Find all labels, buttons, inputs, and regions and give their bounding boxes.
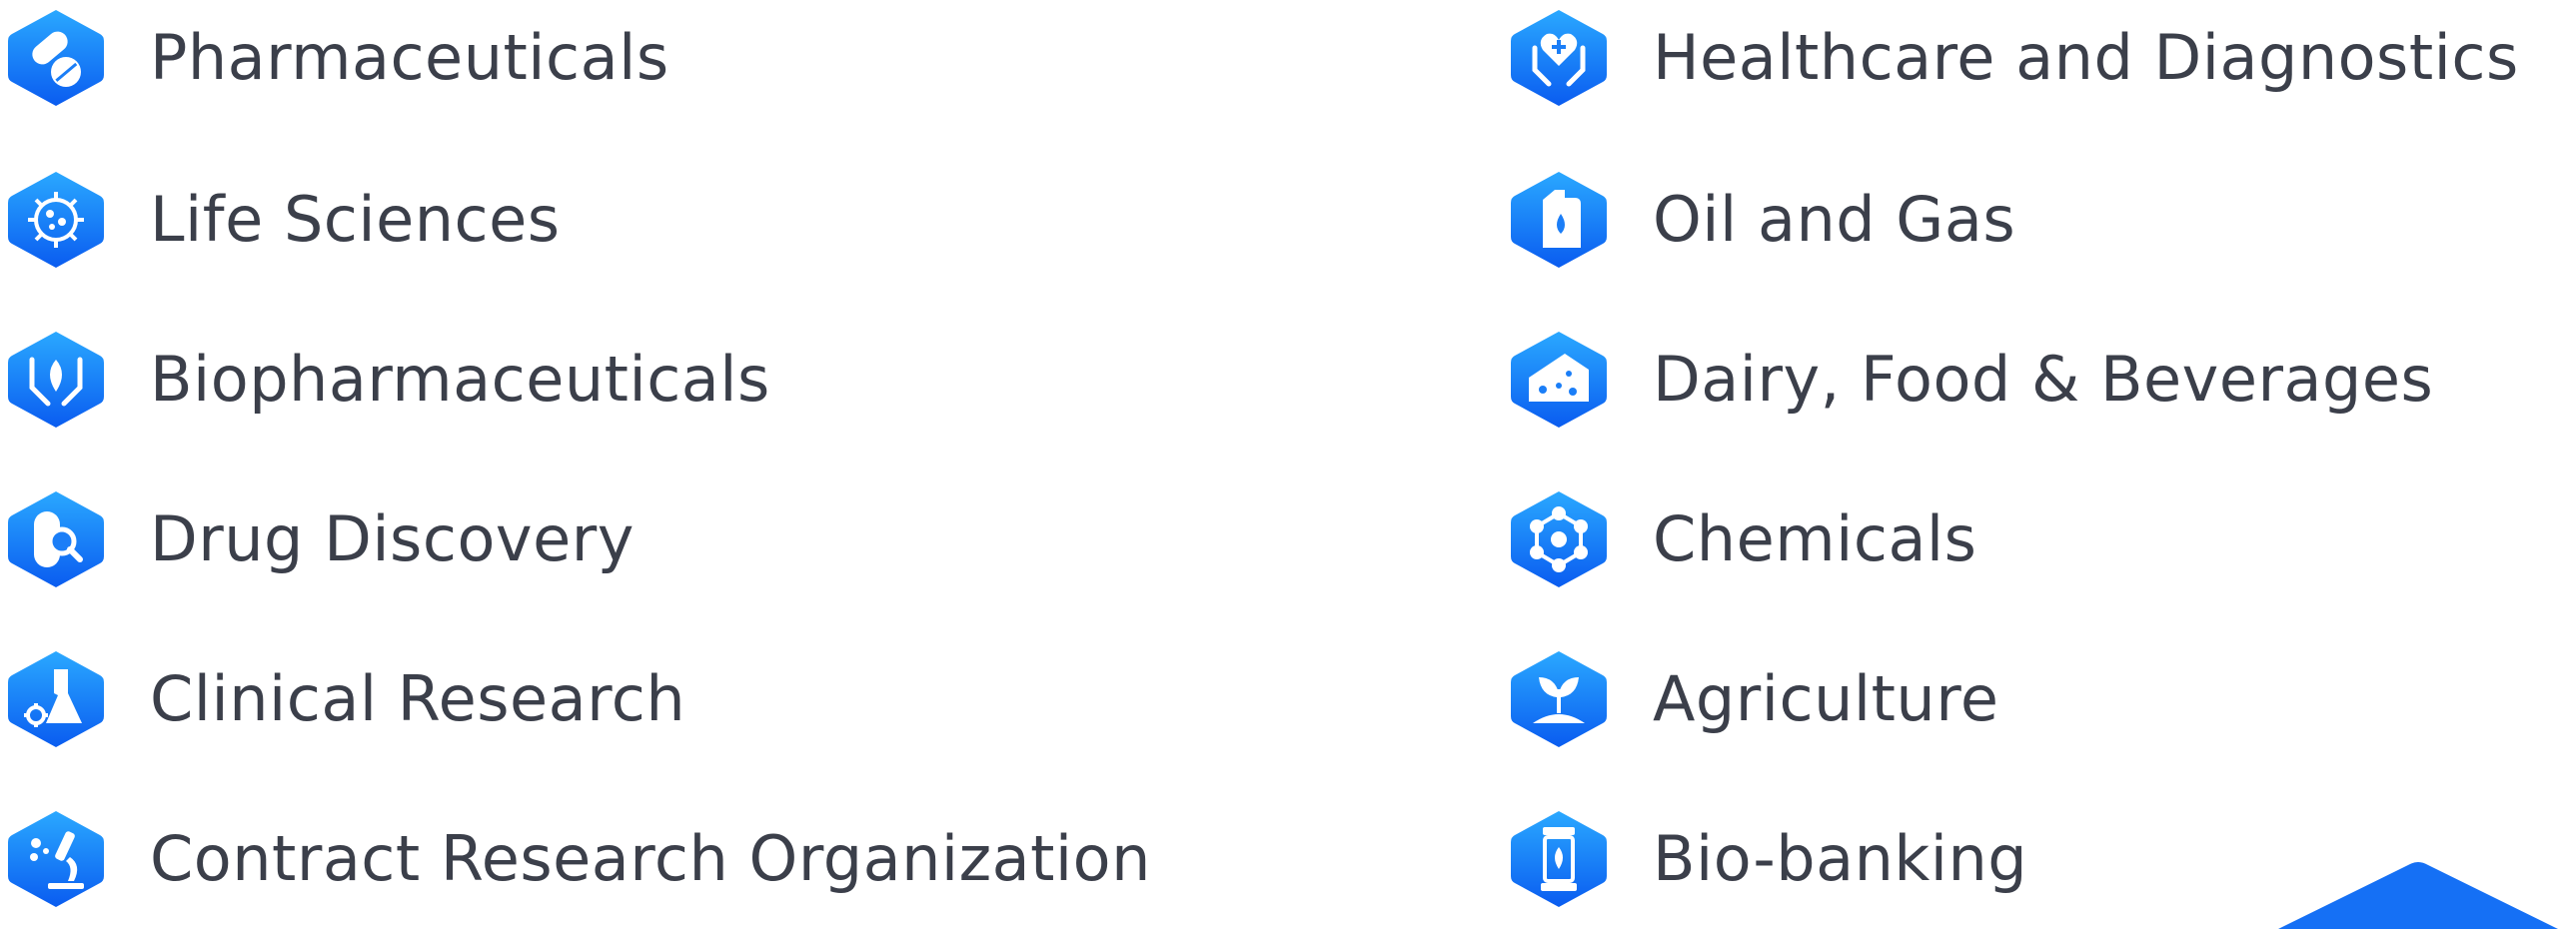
industry-label: Healthcare and Diagnostics — [1653, 21, 2519, 94]
industry-label: Agriculture — [1653, 662, 1999, 735]
microscope-icon — [8, 809, 104, 909]
industry-label: Pharmaceuticals — [150, 21, 669, 94]
industry-label: Clinical Research — [150, 662, 686, 735]
industry-item-agriculture[interactable]: Agriculture — [1511, 649, 1998, 749]
industry-label: Life Sciences — [150, 183, 561, 256]
oil-can-icon — [1511, 170, 1607, 270]
hands-heart-icon — [1511, 8, 1607, 108]
industry-item-pharmaceuticals[interactable]: Pharmaceuticals — [8, 8, 669, 108]
biobank-jar-icon — [1511, 809, 1607, 909]
capsule-magnifier-icon — [8, 489, 104, 589]
industry-label: Contract Research Organization — [150, 822, 1151, 895]
industry-item-healthcare-and-diagnostics[interactable]: Healthcare and Diagnostics — [1511, 8, 2519, 108]
industry-item-bio-banking[interactable]: Bio-banking — [1511, 809, 2027, 909]
hands-leaf-icon — [8, 330, 104, 430]
virus-cell-icon — [8, 170, 104, 270]
molecule-icon — [1511, 489, 1607, 589]
industry-item-drug-discovery[interactable]: Drug Discovery — [8, 489, 635, 589]
industry-item-dairy-food-beverages[interactable]: Dairy, Food & Beverages — [1511, 330, 2433, 430]
sprout-icon — [1511, 649, 1607, 749]
industry-item-oil-and-gas[interactable]: Oil and Gas — [1511, 170, 2015, 270]
industry-item-biopharmaceuticals[interactable]: Biopharmaceuticals — [8, 330, 770, 430]
industry-label: Dairy, Food & Beverages — [1653, 343, 2434, 416]
industry-label: Oil and Gas — [1653, 183, 2016, 256]
cheese-icon — [1511, 330, 1607, 430]
industry-label: Drug Discovery — [150, 502, 635, 575]
industry-item-life-sciences[interactable]: Life Sciences — [8, 170, 561, 270]
flask-gear-icon — [8, 649, 104, 749]
industry-item-contract-research-organization[interactable]: Contract Research Organization — [8, 809, 1151, 909]
industry-item-clinical-research[interactable]: Clinical Research — [8, 649, 685, 749]
pill-capsule-icon — [8, 8, 104, 108]
industry-label: Chemicals — [1653, 502, 1977, 575]
industry-item-chemicals[interactable]: Chemicals — [1511, 489, 1976, 589]
industry-label: Biopharmaceuticals — [150, 343, 770, 416]
industry-label: Bio-banking — [1653, 822, 2028, 895]
